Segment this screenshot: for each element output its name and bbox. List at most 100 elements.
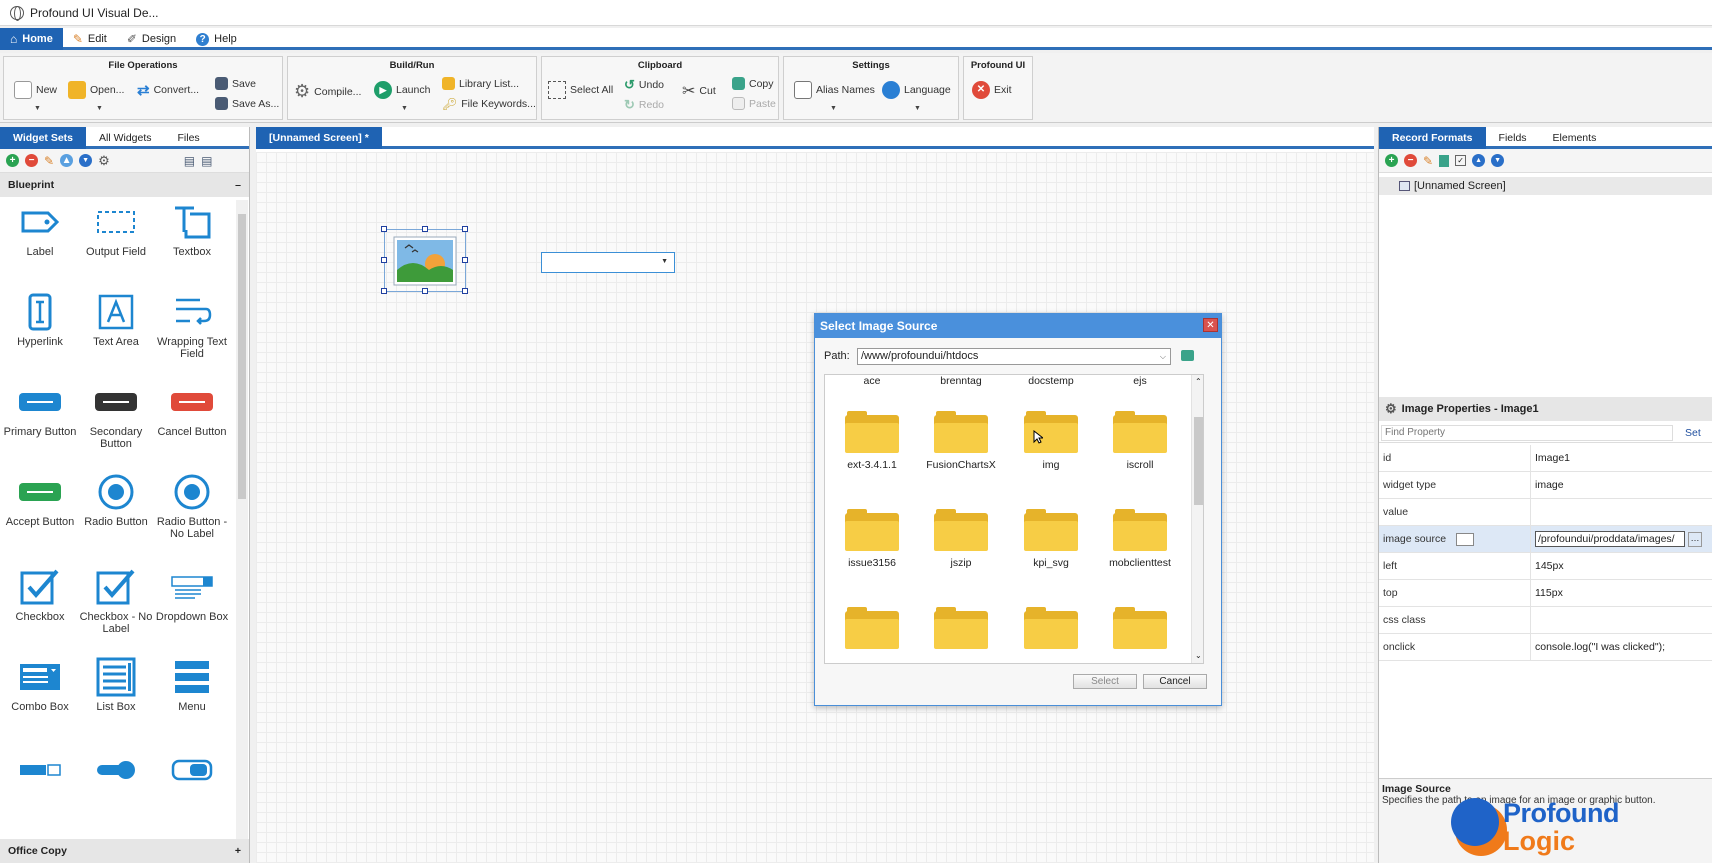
- folder-item[interactable]: mobclienttest: [1097, 509, 1183, 569]
- tab-elements[interactable]: Elements: [1540, 127, 1610, 149]
- pencil-icon[interactable]: ✎: [1423, 154, 1433, 168]
- expand-icon[interactable]: +: [235, 845, 241, 857]
- widget-radio-button[interactable]: Radio Button: [78, 470, 154, 528]
- folder-item[interactable]: brenntag: [918, 375, 1004, 387]
- property-value[interactable]: image: [1531, 472, 1712, 498]
- chevron-down-icon[interactable]: ▼: [914, 105, 921, 112]
- binding-icon[interactable]: [1456, 532, 1475, 546]
- convert-button[interactable]: ⇄ Convert...: [137, 81, 199, 99]
- paste-button[interactable]: Paste: [732, 97, 776, 110]
- widget-label[interactable]: Label: [2, 200, 78, 258]
- scrollbar-thumb[interactable]: [238, 214, 246, 499]
- widget-combo-box[interactable]: Combo Box: [2, 655, 78, 713]
- image-source-input[interactable]: /profoundui/proddata/images/: [1535, 531, 1685, 547]
- move-up-icon[interactable]: ▲: [60, 154, 74, 167]
- widget-scrollbar[interactable]: [236, 200, 248, 840]
- tab-home[interactable]: ⌂ Home: [0, 28, 63, 50]
- pencil-icon[interactable]: ✎: [44, 154, 54, 168]
- property-value[interactable]: 115px: [1531, 580, 1712, 606]
- move-down-icon[interactable]: ▼: [1491, 154, 1505, 167]
- scrollbar-thumb[interactable]: [1194, 417, 1203, 505]
- add-icon[interactable]: +: [1385, 154, 1398, 167]
- remove-icon[interactable]: −: [1404, 154, 1417, 167]
- tab-files[interactable]: Files: [165, 127, 213, 149]
- widget-list-box[interactable]: List Box: [78, 655, 154, 713]
- add-icon[interactable]: +: [6, 154, 19, 167]
- redo-button[interactable]: ↻ Redo: [624, 97, 664, 113]
- folder-scrollbar[interactable]: ⌃ ⌄: [1191, 375, 1203, 663]
- chevron-down-icon[interactable]: ⌵: [1160, 349, 1166, 364]
- launch-button[interactable]: ▶ Launch: [374, 81, 430, 99]
- widget-cancel-button[interactable]: Cancel Button: [154, 380, 230, 438]
- image-widget[interactable]: [381, 226, 468, 294]
- cancel-button[interactable]: Cancel: [1143, 674, 1207, 689]
- chevron-down-icon[interactable]: ▼: [401, 105, 408, 112]
- folder-item[interactable]: [1008, 607, 1094, 655]
- tab-help[interactable]: ? Help: [186, 28, 247, 50]
- widget-partial-2[interactable]: [78, 748, 154, 794]
- property-row-image-source[interactable]: image source /profoundui/proddata/images…: [1379, 526, 1712, 553]
- folder-item[interactable]: [918, 607, 1004, 655]
- chevron-down-icon[interactable]: ▼: [34, 105, 41, 112]
- tab-edit[interactable]: ✎ Edit: [63, 28, 117, 50]
- save-button[interactable]: Save: [215, 77, 256, 90]
- property-row-top[interactable]: top 115px: [1379, 580, 1712, 607]
- browse-icon[interactable]: …: [1688, 531, 1702, 547]
- property-value[interactable]: 145px: [1531, 553, 1712, 579]
- folder-item[interactable]: ejs: [1097, 375, 1183, 387]
- select-button[interactable]: Select: [1073, 674, 1137, 689]
- property-value-cell[interactable]: /profoundui/proddata/images/ …: [1531, 526, 1712, 552]
- gear-icon[interactable]: ⚙: [98, 153, 110, 169]
- widget-partial-1[interactable]: [2, 748, 78, 794]
- tab-record-formats[interactable]: Record Formats: [1379, 127, 1486, 149]
- widget-dropdown-box[interactable]: Dropdown Box: [154, 565, 230, 623]
- set-button[interactable]: Set: [1685, 427, 1701, 439]
- save-as-button[interactable]: Save As...: [215, 97, 279, 110]
- file-keywords-button[interactable]: 🔑︎ File Keywords...: [442, 97, 536, 111]
- folder-item[interactable]: FusionChartsX: [918, 411, 1004, 471]
- widget-output-field[interactable]: Output Field: [78, 200, 154, 258]
- property-row-widget-type[interactable]: widget type image: [1379, 472, 1712, 499]
- property-row-left[interactable]: left 145px: [1379, 553, 1712, 580]
- new-folder-icon[interactable]: [1181, 350, 1194, 361]
- copy-icon[interactable]: [1439, 154, 1450, 167]
- property-row-onclick[interactable]: onclick console.log("I was clicked");: [1379, 634, 1712, 661]
- folder-item[interactable]: issue3156: [829, 509, 915, 569]
- scroll-up-icon[interactable]: ⌃: [1195, 377, 1202, 386]
- property-value[interactable]: [1531, 607, 1712, 633]
- widget-checkbox[interactable]: Checkbox: [2, 565, 78, 623]
- cut-button[interactable]: ✂ Cut: [682, 81, 716, 101]
- property-row-css-class[interactable]: css class: [1379, 607, 1712, 634]
- copy-button[interactable]: Copy: [732, 77, 774, 90]
- widget-partial-3[interactable]: [154, 748, 230, 794]
- widget-radio-button-no-label[interactable]: Radio Button - No Label: [154, 470, 230, 540]
- tab-widget-sets[interactable]: Widget Sets: [0, 127, 86, 149]
- path-input[interactable]: /www/profoundui/htdocs ⌵: [857, 348, 1171, 365]
- folder-item[interactable]: ext-3.4.1.1: [829, 411, 915, 471]
- section-blueprint[interactable]: Blueprint –: [0, 173, 249, 197]
- widget-hyperlink[interactable]: Hyperlink: [2, 290, 78, 348]
- compile-button[interactable]: ⚙ Compile...: [294, 81, 361, 102]
- property-row-id[interactable]: id Image1: [1379, 445, 1712, 472]
- move-down-icon[interactable]: ▼: [79, 154, 93, 167]
- language-button[interactable]: Language: [882, 81, 951, 99]
- property-row-value[interactable]: value: [1379, 499, 1712, 526]
- property-value[interactable]: [1531, 499, 1712, 525]
- tab-fields[interactable]: Fields: [1486, 127, 1540, 149]
- property-value[interactable]: Image1: [1531, 445, 1712, 471]
- folder-item[interactable]: ace: [829, 375, 915, 387]
- tree-item-unnamed-screen[interactable]: [Unnamed Screen]: [1379, 177, 1712, 195]
- remove-icon[interactable]: −: [25, 154, 38, 167]
- tab-unnamed-screen[interactable]: [Unnamed Screen] *: [256, 127, 382, 149]
- scroll-down-icon[interactable]: ⌄: [1195, 651, 1202, 660]
- find-property-input[interactable]: [1381, 424, 1673, 441]
- folder-item[interactable]: iscroll: [1097, 411, 1183, 471]
- widget-textbox[interactable]: Textbox: [154, 200, 230, 258]
- chevron-down-icon[interactable]: ▼: [830, 105, 837, 112]
- dropdown-widget[interactable]: ▼: [541, 252, 675, 273]
- tab-all-widgets[interactable]: All Widgets: [86, 127, 165, 149]
- folder-item[interactable]: kpi_svg: [1008, 509, 1094, 569]
- folder-item[interactable]: jszip: [918, 509, 1004, 569]
- widget-wrapping-text-field[interactable]: Wrapping Text Field: [154, 290, 230, 360]
- select-all-button[interactable]: Select All: [548, 81, 613, 99]
